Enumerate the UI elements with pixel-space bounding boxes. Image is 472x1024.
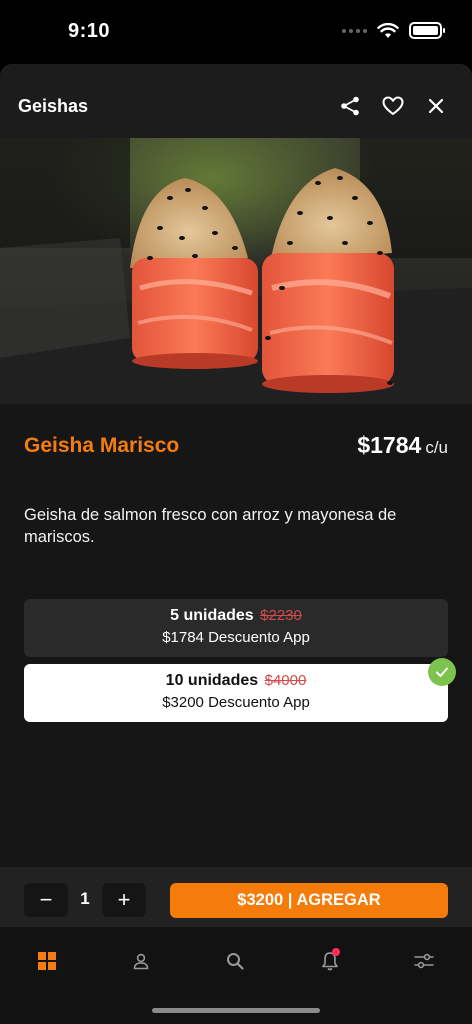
option-old-price: $4000	[264, 672, 307, 689]
price-unit: c/u	[425, 438, 448, 457]
option-detail: $1784 Descuento App	[162, 629, 310, 646]
option-old-price: $2230	[260, 607, 302, 624]
option-title: 10 unidades $4000	[24, 672, 448, 690]
price-value: $1784	[357, 432, 422, 458]
grid-icon	[38, 952, 56, 970]
status-icons	[342, 22, 445, 39]
share-button[interactable]	[336, 92, 364, 120]
user-icon	[133, 953, 149, 970]
option-10-units[interactable]: 10 unidades $4000 $3200 Descuento App	[24, 658, 456, 722]
option-5-units[interactable]: 5 unidades $2230 $1784 Descuento App	[24, 599, 448, 657]
status-bar: 9:10	[0, 0, 472, 64]
tab-notifications[interactable]	[310, 941, 350, 981]
sheet-header: Geishas	[0, 64, 472, 138]
option-units: 10 unidades	[165, 672, 259, 689]
status-time: 9:10	[68, 20, 111, 42]
sliders-icon	[414, 953, 434, 969]
product-image	[0, 138, 472, 404]
sheet-title: Geishas	[18, 96, 89, 116]
quantity-value: 1	[80, 889, 90, 908]
action-bar: − 1 + $3200 | AGREGAR	[0, 867, 472, 927]
notification-dot	[332, 948, 340, 956]
share-icon	[341, 96, 359, 116]
product-name: Geisha Marisco	[24, 434, 180, 457]
option-detail: $3200 Descuento App	[162, 694, 310, 711]
decrement-button[interactable]: −	[24, 883, 68, 917]
increment-button[interactable]: +	[102, 883, 146, 917]
option-units: 5 unidades	[170, 607, 254, 624]
signal-dots-icon	[342, 28, 367, 33]
battery-icon	[409, 22, 445, 39]
tab-home[interactable]	[27, 941, 67, 981]
product-description: Geisha de salmon fresco con arroz y mayo…	[24, 506, 397, 546]
home-indicator	[152, 1008, 320, 1013]
heart-icon	[382, 96, 404, 115]
product-price: $1784 c/u	[357, 432, 448, 459]
favorite-button[interactable]	[379, 92, 407, 120]
add-to-cart-button[interactable]: $3200 | AGREGAR	[170, 883, 448, 918]
tab-search[interactable]	[215, 941, 255, 981]
close-button[interactable]	[422, 92, 450, 120]
tab-filters[interactable]	[404, 941, 444, 981]
wifi-icon	[377, 22, 399, 38]
tab-profile[interactable]	[121, 941, 161, 981]
selected-check-icon	[428, 658, 456, 686]
search-icon	[227, 953, 244, 970]
option-title: 5 unidades $2230	[24, 607, 448, 625]
close-icon	[428, 98, 444, 114]
product-sheet: Geishas Geisha Marisco $1784 c/u Geisha …	[0, 64, 472, 1024]
tab-bar	[0, 927, 472, 1024]
